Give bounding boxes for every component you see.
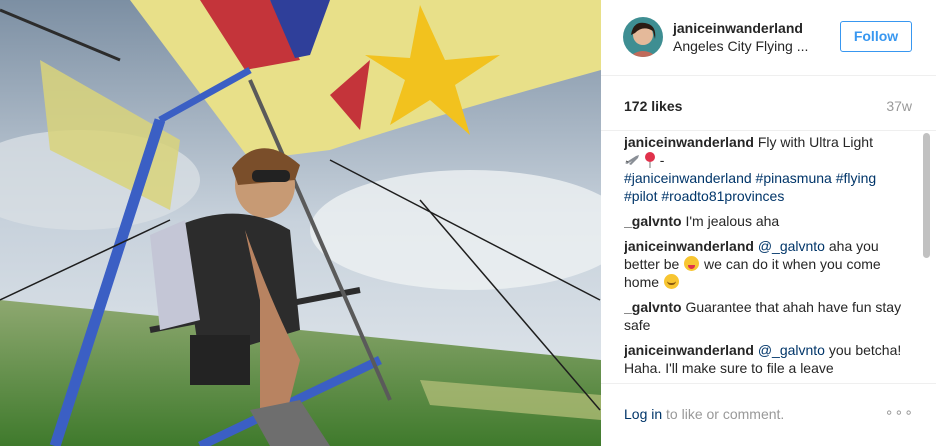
mention-link[interactable]: @_galvnto — [758, 342, 825, 358]
comment-text: I'm jealous aha — [685, 213, 780, 229]
hashtag-link[interactable]: #pinasmuna — [756, 170, 832, 186]
post-photo[interactable] — [0, 0, 601, 446]
smile-emoji-icon — [663, 274, 679, 289]
hashtag-link[interactable]: #janiceinwanderland — [624, 170, 752, 186]
caption-author[interactable]: janiceinwanderland — [624, 134, 754, 150]
ultralight-flight-image — [0, 0, 601, 446]
profile-avatar[interactable] — [623, 17, 663, 57]
comment-author[interactable]: _galvnto — [624, 213, 682, 229]
comment-author[interactable]: _galvnto — [624, 299, 682, 315]
comment-item: janiceinwanderland @_galvnto you betcha!… — [624, 341, 916, 377]
comment-item: janiceinwanderland @_galvnto aha you bet… — [624, 237, 916, 291]
more-options-icon[interactable]: ∘∘∘ — [885, 404, 914, 421]
follow-button[interactable]: Follow — [840, 21, 912, 52]
post-header: janiceinwanderland Angeles City Flying .… — [601, 0, 936, 76]
post-footer: Log in to like or comment. ∘∘∘ — [601, 383, 936, 446]
caption: janiceinwanderland Fly with Ultra Light … — [624, 133, 916, 205]
location-link[interactable]: Angeles City Flying ... — [673, 38, 823, 54]
caption-text: Fly with Ultra Light — [757, 134, 873, 150]
caption-dash: - — [655, 152, 665, 168]
comment-author[interactable]: janiceinwanderland — [624, 238, 754, 254]
airplane-emoji-icon — [624, 153, 640, 167]
mention-link[interactable]: @_galvnto — [758, 238, 825, 254]
balloon-emoji-icon — [644, 152, 656, 168]
post-sidebar: janiceinwanderland Angeles City Flying .… — [601, 0, 936, 446]
login-link[interactable]: Log in — [624, 406, 662, 422]
comments-list: janiceinwanderland Fly with Ultra Light … — [624, 133, 916, 378]
tongue-face-emoji-icon — [684, 256, 700, 271]
comment-item: _galvnto Guarantee that ahah have fun st… — [624, 298, 916, 334]
scrollbar-thumb[interactable] — [923, 133, 930, 258]
likes-count[interactable]: 172 likes — [624, 98, 682, 114]
hashtag-link[interactable]: #pilot — [624, 188, 657, 204]
username-link[interactable]: janiceinwanderland — [673, 20, 803, 36]
hashtag-link[interactable]: #roadto81provinces — [661, 188, 784, 204]
login-suffix: to like or comment. — [662, 406, 785, 422]
post-time[interactable]: 37w — [886, 98, 912, 114]
login-prompt: Log in to like or comment. — [624, 406, 784, 422]
post-stats: 172 likes 37w — [601, 76, 936, 131]
comments-scrollbar[interactable] — [920, 131, 932, 379]
comment-author[interactable]: janiceinwanderland — [624, 342, 754, 358]
comment-item: _galvnto I'm jealous aha — [624, 212, 916, 230]
hashtag-link[interactable]: #flying — [836, 170, 876, 186]
avatar-image — [623, 17, 663, 57]
